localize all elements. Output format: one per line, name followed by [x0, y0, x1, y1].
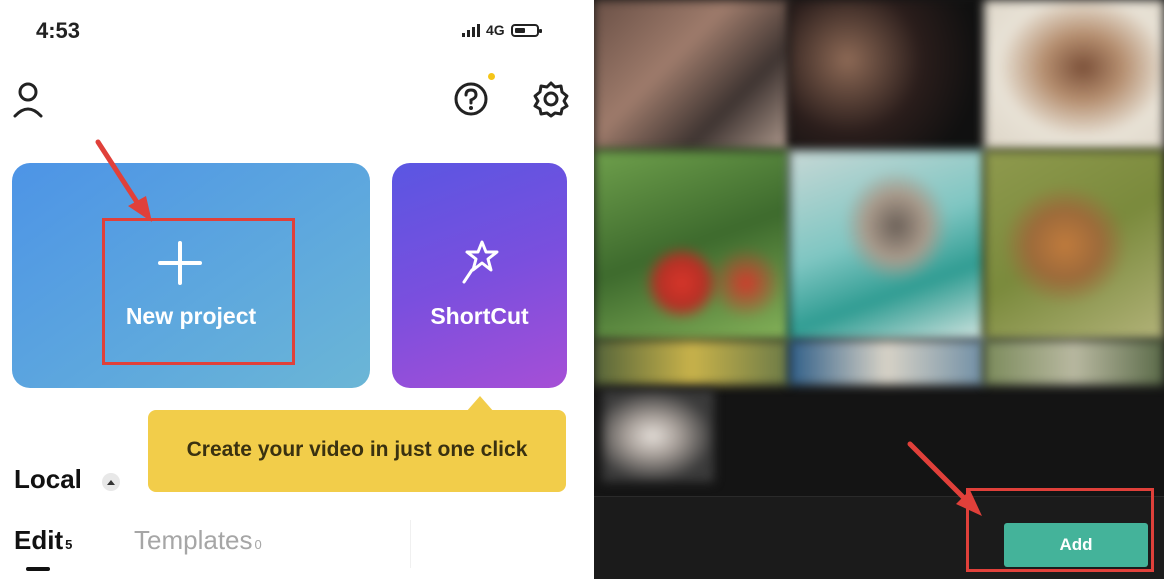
divider	[410, 520, 411, 568]
media-thumbnail[interactable]	[594, 0, 789, 150]
magic-wand-icon	[462, 240, 499, 284]
status-indicators: 4G	[462, 22, 542, 38]
media-thumbnail[interactable]	[594, 340, 789, 385]
status-time: 4:53	[36, 18, 81, 43]
app-home-screen: 4:53 4G New project ShortCut Create your…	[0, 0, 588, 579]
media-thumbnail[interactable]	[789, 0, 984, 150]
notification-dot	[488, 73, 495, 80]
shortcut-label: ShortCut	[430, 303, 529, 329]
media-thumbnail[interactable]	[984, 150, 1164, 340]
annotation-arrow-icon	[95, 139, 152, 222]
battery-icon	[510, 23, 542, 37]
add-button-highlight-box	[966, 488, 1154, 572]
active-tab-indicator	[26, 567, 50, 571]
question-icon[interactable]	[452, 80, 490, 118]
network-type: 4G	[486, 22, 505, 38]
annotation-arrow-icon	[907, 441, 982, 516]
local-section-title: Local	[14, 464, 82, 494]
tab-templates-count: 0	[254, 537, 262, 552]
new-project-highlight-box	[102, 218, 295, 365]
gear-icon[interactable]	[532, 80, 570, 118]
tab-templates[interactable]: Templates 0	[134, 525, 262, 556]
tab-edit-label: Edit	[14, 525, 64, 555]
media-thumbnail[interactable]	[789, 150, 984, 340]
tab-edit-count: 5	[65, 537, 73, 552]
media-thumbnail[interactable]	[594, 150, 789, 340]
media-thumbnail[interactable]	[984, 0, 1164, 150]
tooltip-text: Create your video in just one click	[186, 438, 528, 461]
media-thumbnail[interactable]	[789, 340, 984, 385]
signal-icon	[462, 23, 480, 37]
media-thumbnail[interactable]	[602, 390, 714, 482]
tab-templates-label: Templates	[134, 525, 253, 555]
media-thumbnail[interactable]	[984, 340, 1164, 385]
media-grid	[594, 0, 1164, 500]
collapse-toggle-icon[interactable]	[102, 473, 120, 491]
tab-edit[interactable]: Edit 5	[14, 525, 72, 556]
profile-icon[interactable]	[12, 80, 44, 120]
